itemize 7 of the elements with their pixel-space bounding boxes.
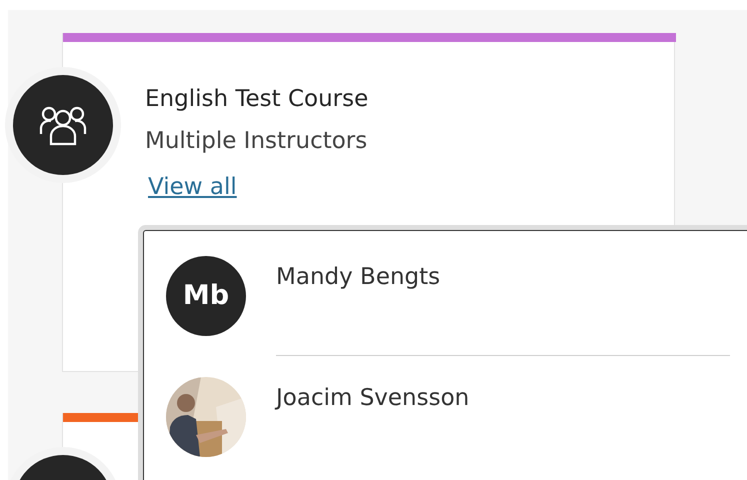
instructor-name[interactable]: Mandy Bengts xyxy=(276,259,730,356)
instructors-label: Multiple Instructors xyxy=(145,127,368,156)
view-all-link[interactable]: View all xyxy=(148,169,237,205)
course-title: English Test Course xyxy=(145,85,368,114)
instructor-name[interactable]: Joacim Svensson xyxy=(276,380,747,416)
initials-avatar: Mb xyxy=(166,256,246,336)
group-icon xyxy=(37,104,89,146)
